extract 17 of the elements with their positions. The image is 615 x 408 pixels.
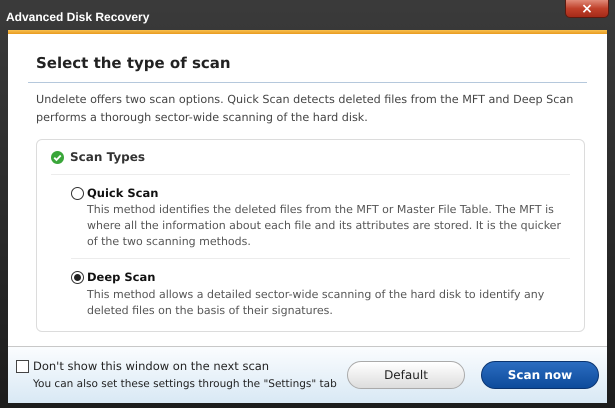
- radio-label[interactable]: Quick Scan: [87, 185, 158, 202]
- intro-text: Undelete offers two scan options. Quick Scan detects deleted files from the MFT and Deep Scan performs a thorough sector-wide scanning of the hard disk.: [36, 92, 574, 126]
- scan-button[interactable]: Scan now: [481, 361, 599, 389]
- section-heading: Select the type of scan: [28, 54, 587, 83]
- option-description: This method identifies the deleted files from the MFT or Master File Table. The MFT is where all the information about each file and its attributes are stored. It is the quicker of the two scanning methods.: [87, 202, 562, 250]
- close-button[interactable]: ×: [565, 0, 609, 18]
- checkbox-label[interactable]: Don't show this window on the next scan: [33, 358, 270, 375]
- radio-button[interactable]: [71, 271, 84, 284]
- check-icon: [51, 150, 64, 164]
- option-description: This method allows a detailed sector-wide scanning of the hard disk to identify any deleted files on the basis of their signatures.: [87, 286, 546, 318]
- radio-label[interactable]: Deep Scan: [87, 269, 156, 286]
- window-title: Advanced Disk Recovery: [6, 9, 150, 26]
- checkbox[interactable]: [16, 360, 29, 373]
- default-button[interactable]: Default: [347, 361, 465, 389]
- hint-text: You can also set these settings through the "Settings" tab: [33, 376, 338, 392]
- group-title: Scan Types: [70, 149, 146, 166]
- radio-button[interactable]: [71, 187, 84, 200]
